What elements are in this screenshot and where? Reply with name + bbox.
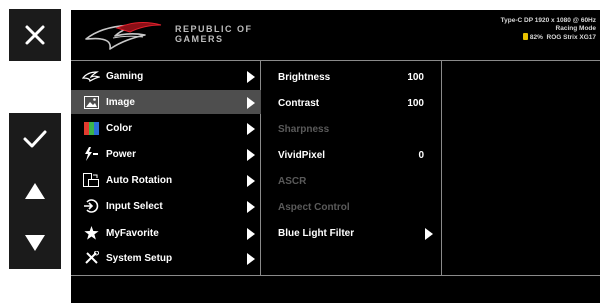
menu-item-myfavorite[interactable]: MyFavorite xyxy=(71,221,261,245)
submenu-label: Aspect Control xyxy=(278,201,350,213)
status-info: Type-C DP 1920 x 1080 @ 60Hz Racing Mode… xyxy=(501,17,596,42)
close-button[interactable] xyxy=(9,9,61,61)
confirm-button[interactable] xyxy=(9,113,61,165)
submenu-arrow-icon xyxy=(247,175,255,187)
submenu-item-vividpixel[interactable]: VividPixel 0 xyxy=(262,143,442,167)
menu-item-power[interactable]: Power xyxy=(71,142,261,166)
submenu-arrow-icon xyxy=(247,149,255,161)
rotation-icon xyxy=(82,173,100,187)
input-select-icon xyxy=(82,199,100,213)
menu-label: Input Select xyxy=(106,200,163,212)
submenu-value: 100 xyxy=(407,71,424,83)
menu-label: MyFavorite xyxy=(106,227,159,239)
osd-panel: REPUBLIC OF GAMERS Type-C DP 1920 x 1080… xyxy=(71,10,600,303)
image-icon xyxy=(82,95,100,109)
submenu-item-brightness[interactable]: Brightness 100 xyxy=(262,65,442,89)
submenu-label: Contrast xyxy=(278,97,320,109)
submenu-label: VividPixel xyxy=(278,149,326,161)
battery-icon xyxy=(522,33,528,40)
menu-item-image[interactable]: Image xyxy=(71,90,261,114)
submenu-label: Blue Light Filter xyxy=(278,227,355,239)
image-submenu: Brightness 100 Contrast 100 Sharpness Vi… xyxy=(262,61,442,275)
battery-percent: 82% xyxy=(529,34,543,41)
osd-header: REPUBLIC OF GAMERS Type-C DP 1920 x 1080… xyxy=(71,10,600,59)
submenu-label: Sharpness xyxy=(278,123,330,135)
battery-model-row: 82% ROG Strix XG17 xyxy=(501,33,596,42)
color-icon xyxy=(82,121,100,135)
main-menu: Gaming Image Color Power Auto Rotation I… xyxy=(71,61,261,275)
submenu-label: ASCR xyxy=(278,175,307,187)
submenu-arrow-icon xyxy=(247,253,255,265)
up-button[interactable] xyxy=(9,165,61,217)
submenu-value: 0 xyxy=(418,149,424,161)
menu-item-system-setup[interactable]: System Setup xyxy=(71,246,261,270)
submenu-item-aspect-control: Aspect Control xyxy=(262,195,442,219)
menu-label: Image xyxy=(106,96,135,108)
menu-item-input-select[interactable]: Input Select xyxy=(71,194,261,218)
down-triangle-icon xyxy=(25,235,45,251)
mode-info: Racing Mode xyxy=(555,25,596,32)
up-triangle-icon xyxy=(25,183,45,199)
model-name: ROG Strix XG17 xyxy=(546,34,597,41)
submenu-item-blue-light-filter[interactable]: Blue Light Filter xyxy=(262,221,442,245)
menu-item-auto-rotation[interactable]: Auto Rotation xyxy=(71,168,261,192)
brand-line1: REPUBLIC OF xyxy=(175,24,253,34)
submenu-item-ascr: ASCR xyxy=(262,169,442,193)
submenu-value: 100 xyxy=(407,97,424,109)
down-button[interactable] xyxy=(9,217,61,269)
menu-label: Power xyxy=(106,148,137,160)
power-icon xyxy=(82,147,100,161)
star-icon xyxy=(82,226,100,240)
menu-label: Auto Rotation xyxy=(106,174,173,186)
submenu-arrow-icon xyxy=(247,123,255,135)
brand-line2: GAMERS xyxy=(175,34,224,44)
close-icon xyxy=(25,25,45,45)
signal-info: Type-C DP 1920 x 1080 @ 60Hz xyxy=(500,17,596,24)
menu-item-color[interactable]: Color xyxy=(71,116,261,140)
checkmark-icon xyxy=(23,130,47,148)
submenu-arrow-icon xyxy=(247,201,255,213)
menu-label: Color xyxy=(106,122,133,134)
rog-logo-icon xyxy=(85,22,162,50)
submenu-arrow-icon xyxy=(247,71,255,83)
osd-menu: Gaming Image Color Power Auto Rotation I… xyxy=(71,60,600,276)
menu-label: System Setup xyxy=(106,252,173,264)
submenu-arrow-icon xyxy=(425,228,433,240)
submenu-item-contrast[interactable]: Contrast 100 xyxy=(262,91,442,115)
submenu-item-sharpness: Sharpness xyxy=(262,117,442,141)
submenu-label: Brightness xyxy=(278,71,331,83)
submenu-arrow-icon xyxy=(247,228,255,240)
tools-icon xyxy=(82,251,100,265)
submenu-arrow-icon xyxy=(247,97,255,109)
rog-logo-icon xyxy=(82,69,100,83)
brand-text: REPUBLIC OF GAMERS xyxy=(175,24,253,44)
menu-item-gaming[interactable]: Gaming xyxy=(71,64,261,88)
menu-label: Gaming xyxy=(106,70,144,82)
